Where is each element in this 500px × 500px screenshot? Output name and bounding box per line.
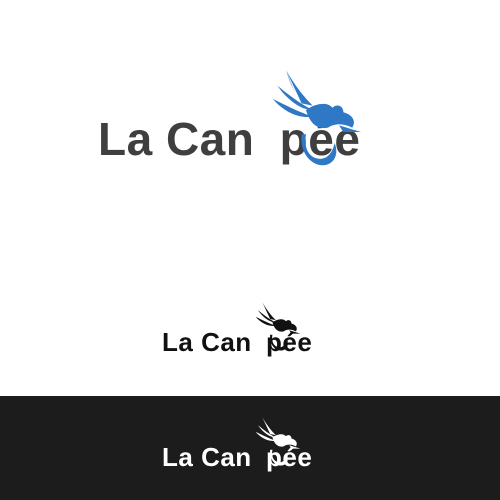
brand-text-part1: La Can [162, 327, 252, 357]
brand-text-part1: La Can [98, 113, 255, 165]
brand-text-part1: La Can [162, 442, 252, 472]
bird-icon [255, 302, 301, 351]
bird-icon [273, 70, 361, 166]
bird-icon [255, 417, 301, 466]
